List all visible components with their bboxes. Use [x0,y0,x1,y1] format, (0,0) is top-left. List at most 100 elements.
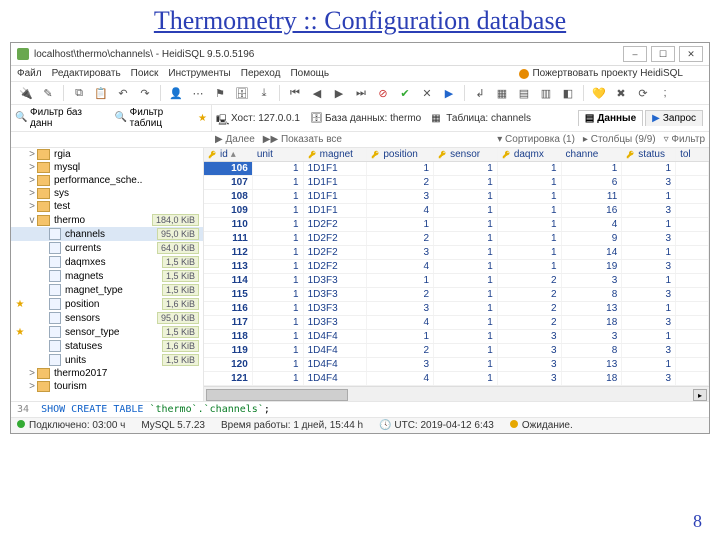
cell[interactable]: 3 [622,344,676,357]
table-row[interactable]: 10611D1F111111 [204,162,709,176]
cell[interactable] [676,372,709,385]
cell[interactable]: 1 [253,344,304,357]
cell[interactable]: 1 [253,204,304,217]
tree-item[interactable]: vthermo184,0 KiB [11,213,203,227]
col-header[interactable]: id ▴ [204,148,253,161]
cell[interactable]: 9 [562,232,623,245]
favorites-star-icon[interactable]: ★ [198,113,207,124]
cell[interactable]: 1 [253,330,304,343]
cell[interactable]: 1D2F2 [304,218,368,231]
cell[interactable]: 2 [367,176,434,189]
cell[interactable]: 18 [562,372,623,385]
col-header[interactable]: unit [253,148,304,161]
cell[interactable]: 1D3F3 [304,288,368,301]
cell[interactable]: 1 [253,288,304,301]
cell[interactable]: 13 [562,302,623,315]
donate-link[interactable]: Пожертвовать проекту HeidiSQL [519,68,693,79]
cell[interactable]: 1 [434,260,498,273]
cell[interactable]: 112 [204,246,253,259]
cell[interactable] [676,162,709,175]
col-header[interactable]: magnet [304,148,368,161]
cell[interactable]: 1D2F2 [304,246,368,259]
tree-item[interactable]: >sys [11,187,203,200]
cell[interactable]: 1D3F3 [304,316,368,329]
table-row[interactable]: 11811D4F411331 [204,330,709,344]
cell[interactable]: 1 [367,330,434,343]
table-row[interactable]: 10911D1F1411163 [204,204,709,218]
cell[interactable]: 3 [498,358,562,371]
menu-search[interactable]: Поиск [131,68,159,79]
cell[interactable]: 1 [253,176,304,189]
tree-item[interactable]: >thermo2017 [11,367,203,380]
tool-exit-icon[interactable]: ✖ [612,84,630,102]
scroll-right-icon[interactable]: ▸ [693,389,707,401]
cell[interactable]: 120 [204,358,253,371]
cell[interactable] [676,260,709,273]
expand-icon[interactable]: > [27,188,37,199]
table-row[interactable]: 12011D4F4313131 [204,358,709,372]
col-header[interactable]: daqmx [498,148,562,161]
expand-icon[interactable]: > [27,175,37,186]
tree-item[interactable]: channels95,0 KiB [11,227,203,241]
cell[interactable]: 1D4F4 [304,330,368,343]
table-row[interactable]: 11111D2F221193 [204,232,709,246]
cell[interactable]: 1 [367,162,434,175]
cell[interactable]: 107 [204,176,253,189]
breadcrumb-db[interactable]: 🗄База данных: thermo [310,113,421,124]
cell[interactable] [676,176,709,189]
col-header[interactable]: channe [562,148,623,161]
tool-export-icon[interactable]: ⤓ [255,84,273,102]
grid-body[interactable]: 10611D1F11111110711D1F12116310811D1F1311… [204,162,709,386]
cell[interactable]: 1 [498,190,562,203]
cell[interactable]: 1 [434,204,498,217]
table-row[interactable]: 11011D2F211141 [204,218,709,232]
tool-stop-icon[interactable]: ⊘ [374,84,392,102]
cell[interactable]: 109 [204,204,253,217]
cell[interactable]: 1 [253,162,304,175]
cell[interactable]: 1D1F1 [304,176,368,189]
grid-hscrollbar[interactable]: ◂ ▸ [204,386,709,401]
cell[interactable]: 108 [204,190,253,203]
cell[interactable]: 1 [253,190,304,203]
nav-next[interactable]: ▶ Далее [215,134,255,145]
cell[interactable]: 1 [622,330,676,343]
cell[interactable]: 1D4F4 [304,372,368,385]
tool-undo-icon[interactable]: ↶ [114,84,132,102]
cell[interactable]: 1 [498,232,562,245]
tree-item[interactable]: currents64,0 KiB [11,241,203,255]
table-row[interactable]: 10711D1F121163 [204,176,709,190]
cell[interactable]: 3 [622,372,676,385]
cell[interactable]: 3 [498,344,562,357]
cell[interactable]: 1 [434,330,498,343]
cell[interactable]: 1 [253,218,304,231]
nav-all[interactable]: ▶▶ Показать все [263,134,342,145]
cell[interactable]: 3 [367,190,434,203]
menu-tools[interactable]: Инструменты [168,68,230,79]
table-row[interactable]: 11711D3F3412183 [204,316,709,330]
tree-item[interactable]: magnet_type1,5 KiB [11,283,203,297]
tree-item[interactable]: statuses1,6 KiB [11,339,203,353]
filter-none-label[interactable]: Фильтр баз данн [30,107,107,129]
table-row[interactable]: 11211D2F2311141 [204,246,709,260]
cell[interactable]: 3 [622,232,676,245]
cell[interactable]: 1 [498,260,562,273]
cell[interactable]: 1 [253,274,304,287]
cell[interactable]: 3 [622,288,676,301]
cell[interactable]: 1 [253,260,304,273]
cell[interactable]: 2 [367,232,434,245]
tool-table-icon[interactable]: ▤ [515,84,533,102]
tree-item[interactable]: >performance_sche.. [11,174,203,187]
cell[interactable]: 3 [367,246,434,259]
cell[interactable]: 1 [622,274,676,287]
cell[interactable] [676,330,709,343]
tree-item[interactable]: >tourism [11,380,203,393]
cell[interactable]: 1 [434,288,498,301]
cell[interactable]: 2 [498,316,562,329]
cell[interactable] [676,190,709,203]
cell[interactable]: 1 [434,274,498,287]
tool-edit-icon[interactable]: ✎ [39,84,57,102]
tool-first-icon[interactable]: ⏮ [286,84,304,102]
close-button[interactable]: ✕ [679,46,703,62]
tool-cal-icon[interactable]: ▦ [493,84,511,102]
tree-item[interactable]: magnets1,5 KiB [11,269,203,283]
